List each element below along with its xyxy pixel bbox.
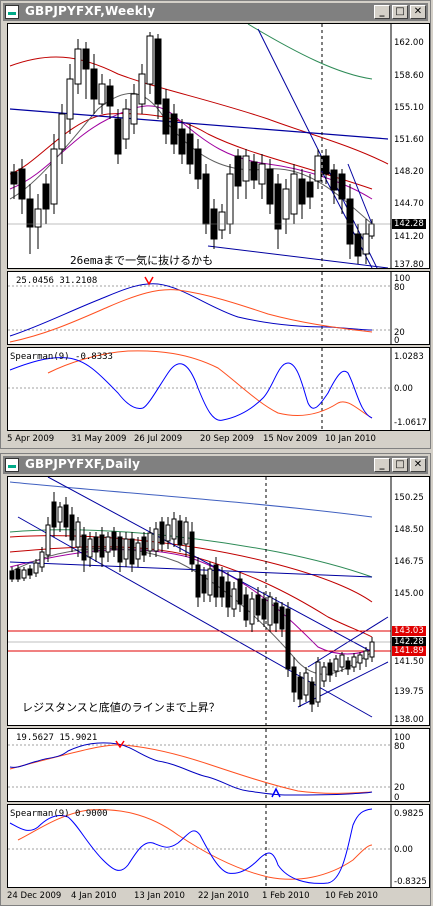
spearman-axis-tick: 0.9825	[394, 809, 424, 819]
daily-price-tick: 148.50	[394, 525, 424, 535]
weekly-price-tick: 144.70	[394, 199, 424, 209]
weekly-price-tick: 158.60	[394, 71, 424, 81]
chart-window-icon	[5, 5, 19, 19]
stoch-axis-tick: 0	[394, 793, 400, 802]
weekly-price-tick: 151.60	[394, 135, 424, 145]
daily-annotation: レジスタンスと底値のラインまで上昇？	[22, 701, 220, 714]
stoch-axis-tick: 80	[394, 283, 405, 293]
spearman-axis-tick: -0.8325	[394, 877, 427, 887]
weekly-spearman-header: Spearman(9) -0.8333	[10, 352, 113, 362]
spearman-axis-tick: -1.0617	[394, 418, 427, 428]
weekly-price-tick: 148.20	[394, 167, 424, 177]
weekly-price-panel[interactable]: 26emaまで一気に抜けるかも 162.00 158.60 155.10 151…	[7, 23, 430, 269]
daily-chart-window[interactable]: GBPJPYFXF,Daily _ □ ✕ レジスタンスと底値のラインまで上昇？…	[0, 453, 431, 906]
stoch-axis-tick: 20	[394, 783, 405, 793]
stoch-axis-tick: 0	[394, 336, 400, 345]
daily-stochastic-header: 19.5627 15.9021	[16, 733, 98, 743]
time-tick: 10 Jan 2010	[325, 434, 376, 444]
weekly-price-tick: 162.00	[394, 38, 424, 48]
maximize-button[interactable]: □	[392, 5, 408, 19]
weekly-current-price-label: 142.28	[392, 219, 426, 229]
spearman-axis-tick: 0.00	[394, 384, 413, 394]
daily-stochastic-panel[interactable]: 19.5627 15.9021 100 80 20 0	[7, 728, 430, 802]
weekly-price-svg	[8, 24, 392, 268]
resistance-price-label: 143.03	[392, 626, 426, 636]
weekly-stochastic-header: 25.0456 31.2108	[16, 276, 98, 286]
buy-signal-arrow	[271, 787, 281, 798]
close-button[interactable]: ✕	[410, 458, 426, 472]
daily-price-svg	[8, 477, 392, 725]
minimize-button[interactable]: _	[374, 458, 390, 472]
daily-price-tick: 141.50	[394, 657, 424, 667]
time-tick: 20 Sep 2009	[200, 434, 254, 444]
daily-price-tick: 139.75	[394, 687, 424, 697]
stoch-axis-tick: 80	[394, 742, 405, 752]
weekly-window-title: GBPJPYFXF,Weekly	[25, 4, 156, 18]
time-tick: 31 May 2009	[71, 434, 127, 444]
time-tick: 10 Feb 2010	[325, 891, 378, 901]
weekly-chart-window[interactable]: GBPJPYFXF,Weekly _ □ ✕ 26emaまで一気に抜けるかも 1…	[0, 0, 431, 449]
support-price-label: 141.89	[392, 646, 426, 656]
time-tick: 15 Nov 2009	[263, 434, 318, 444]
weekly-price-tick: 155.10	[394, 103, 424, 113]
time-tick: 1 Feb 2010	[262, 891, 310, 901]
daily-price-tick: 145.00	[394, 589, 424, 599]
time-tick: 24 Dec 2009	[7, 891, 62, 901]
time-tick: 26 Jul 2009	[134, 434, 183, 444]
weekly-title-bar[interactable]: GBPJPYFXF,Weekly _ □ ✕	[3, 3, 428, 21]
minimize-button[interactable]: _	[374, 5, 390, 19]
weekly-price-tick: 141.20	[394, 232, 424, 242]
weekly-time-axis: 5 Apr 2009 31 May 2009 26 Jul 2009 20 Se…	[7, 432, 430, 446]
time-tick: 4 Jan 2010	[71, 891, 117, 901]
close-button[interactable]: ✕	[410, 5, 426, 19]
chart-window-icon	[5, 458, 19, 472]
time-tick: 13 Jan 2010	[134, 891, 185, 901]
daily-price-tick: 146.75	[394, 557, 424, 567]
daily-time-axis: 24 Dec 2009 4 Jan 2010 13 Jan 2010 22 Ja…	[7, 889, 430, 903]
maximize-button[interactable]: □	[392, 458, 408, 472]
daily-title-bar[interactable]: GBPJPYFXF,Daily _ □ ✕	[3, 456, 428, 474]
daily-spearman-panel[interactable]: Spearman(9) 0.9000 0.9825 0.00 -0.8325	[7, 804, 430, 888]
daily-price-panel[interactable]: レジスタンスと底値のラインまで上昇？ 150.25 148.50 146.75 …	[7, 476, 430, 726]
time-tick: 5 Apr 2009	[7, 434, 55, 444]
weekly-price-tick: 137.80	[394, 260, 424, 269]
spearman-axis-tick: 0.00	[394, 845, 413, 855]
daily-price-tick: 150.25	[394, 493, 424, 503]
daily-spearman-header: Spearman(9) 0.9000	[10, 809, 108, 819]
weekly-annotation: 26emaまで一気に抜けるかも	[70, 254, 214, 267]
spearman-axis-tick: 1.0283	[394, 352, 424, 362]
weekly-spearman-panel[interactable]: Spearman(9) -0.8333 1.0283 0.00 -1.0617	[7, 347, 430, 431]
weekly-stochastic-panel[interactable]: 25.0456 31.2108 100 80 20 0	[7, 271, 430, 345]
daily-window-title: GBPJPYFXF,Daily	[25, 457, 141, 471]
sell-signal-arrow	[144, 276, 154, 286]
time-tick: 22 Jan 2010	[198, 891, 249, 901]
daily-price-tick: 138.00	[394, 715, 424, 725]
